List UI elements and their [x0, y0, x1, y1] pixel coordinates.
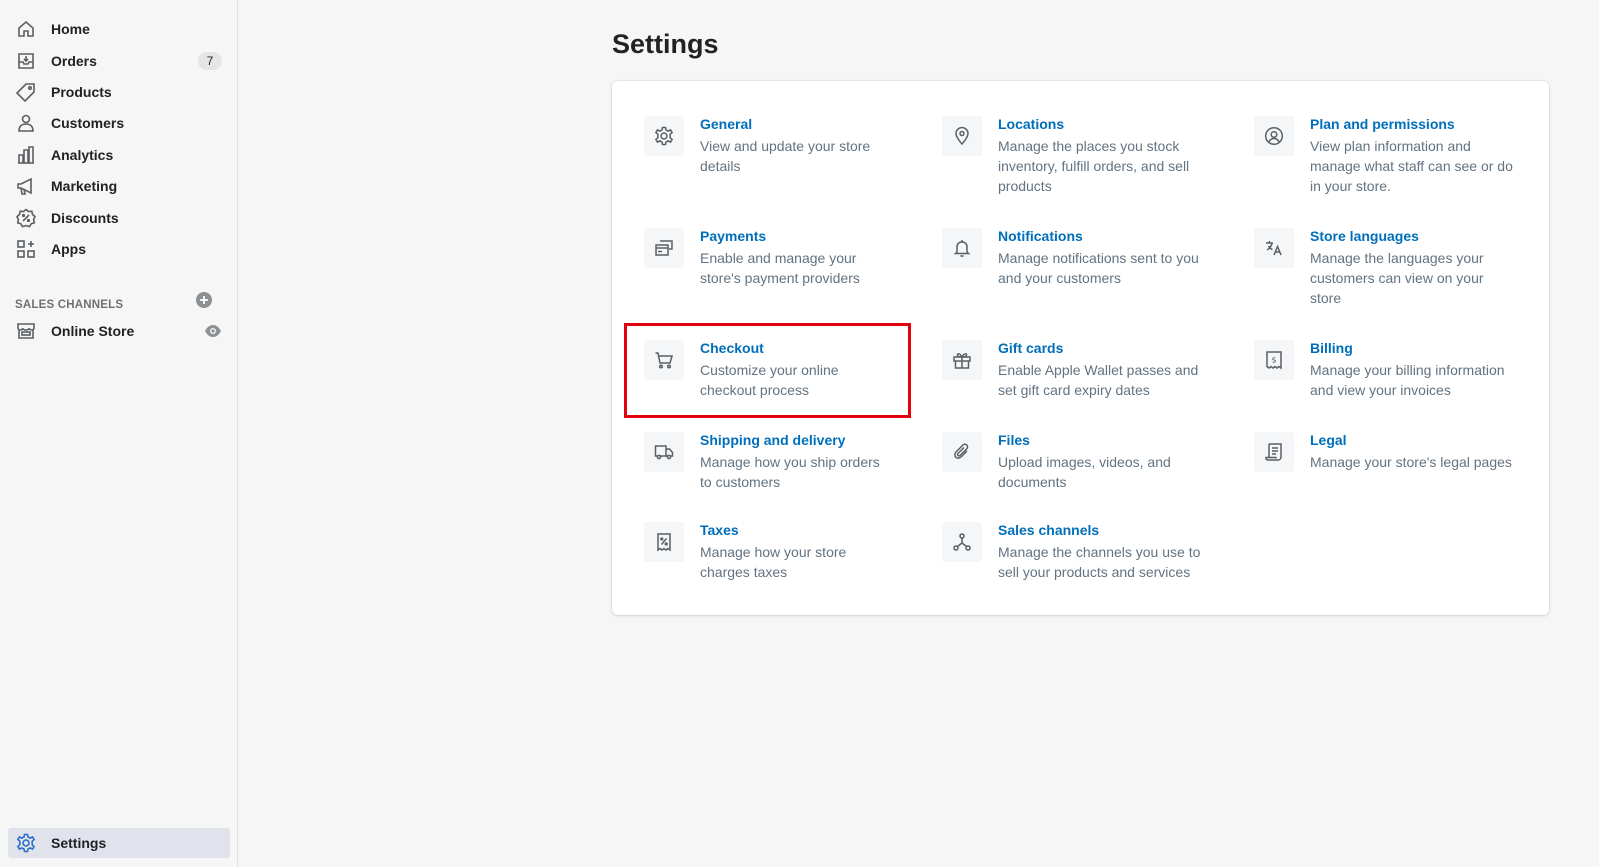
setting-description: Manage the channels you use to sell your… [998, 544, 1201, 580]
megaphone-icon [15, 175, 37, 197]
translate-icon [1254, 228, 1294, 268]
page-title: Settings [612, 29, 719, 59]
plus-circle-icon [196, 292, 212, 308]
setting-gift-cards[interactable]: Gift cards Enable Apple Wallet passes an… [942, 340, 1222, 410]
store-icon [15, 320, 37, 342]
setting-general[interactable]: General View and update your store detai… [644, 116, 904, 196]
sidebar-item-customers[interactable]: Customers [8, 108, 230, 138]
gift-icon [942, 340, 982, 380]
setting-title: Billing [1310, 340, 1353, 356]
sidebar-item-label: Orders [51, 53, 97, 69]
setting-description: Customize your online checkout process [700, 362, 839, 398]
apps-icon [15, 238, 37, 260]
setting-description: Enable and manage your store's payment p… [700, 250, 860, 286]
setting-title: Notifications [998, 228, 1083, 244]
setting-locations[interactable]: Locations Manage the places you stock in… [942, 116, 1222, 196]
setting-title: Payments [700, 228, 767, 244]
sidebar-item-analytics[interactable]: Analytics [8, 140, 230, 170]
legal-document-icon [1254, 432, 1294, 472]
setting-description: Manage your store's legal pages [1310, 454, 1512, 470]
sales-channels-heading: SALES CHANNELS [15, 299, 124, 311]
settings-card: General View and update your store detai… [612, 81, 1549, 615]
setting-description: Manage how your store charges taxes [700, 544, 847, 580]
sidebar-item-label: Discounts [51, 210, 119, 226]
sidebar-item-label: Analytics [51, 147, 114, 163]
setting-description: Manage notifications sent to you and you… [998, 250, 1199, 286]
tag-icon [15, 81, 37, 103]
home-icon [15, 18, 37, 40]
setting-title: Files [998, 432, 1030, 448]
bar-chart-icon [15, 144, 37, 166]
location-pin-icon [942, 116, 982, 156]
sidebar-item-orders[interactable]: Orders 7 [8, 46, 230, 76]
setting-title: Store languages [1310, 228, 1419, 244]
sidebar-item-label: Online Store [51, 323, 135, 339]
setting-description: View plan information and manage what st… [1310, 138, 1513, 194]
sidebar-item-discounts[interactable]: Discounts [8, 203, 230, 233]
sidebar-item-label: Customers [51, 115, 125, 131]
setting-description: Manage how you ship orders to customers [700, 454, 880, 490]
setting-notifications[interactable]: Notifications Manage notifications sent … [942, 228, 1222, 308]
setting-checkout[interactable]: Checkout Customize your online checkout … [644, 340, 904, 410]
orders-count-badge: 7 [198, 52, 222, 70]
setting-description: Manage the languages your customers can … [1310, 250, 1484, 306]
setting-title: General [700, 116, 753, 132]
sidebar-item-label: Products [51, 84, 112, 100]
gear-icon [15, 832, 37, 854]
setting-billing[interactable]: $ Billing Manage your billing informatio… [1254, 340, 1524, 410]
sidebar-item-label: Home [51, 21, 90, 37]
sidebar: Home Orders 7 Products Customers Analyti… [0, 0, 238, 867]
setting-description: View and update your store details [700, 138, 871, 174]
sidebar-item-home[interactable]: Home [8, 14, 230, 44]
setting-title: Locations [998, 116, 1065, 132]
setting-description: Manage your billing information and view… [1310, 362, 1505, 398]
setting-title: Legal [1310, 432, 1347, 448]
svg-text:$: $ [1271, 356, 1276, 365]
setting-title: Plan and permissions [1310, 116, 1455, 132]
sidebar-item-apps[interactable]: Apps [8, 234, 230, 264]
setting-description: Upload images, videos, and documents [998, 454, 1171, 490]
setting-sales-channels[interactable]: Sales channels Manage the channels you u… [942, 522, 1222, 582]
setting-plan-and-permissions[interactable]: Plan and permissions View plan informati… [1254, 116, 1524, 196]
sidebar-item-label: Settings [51, 835, 107, 851]
setting-title: Taxes [700, 522, 739, 538]
discount-icon [15, 207, 37, 229]
setting-title: Gift cards [998, 340, 1064, 356]
setting-title: Shipping and delivery [700, 432, 846, 448]
paperclip-icon [942, 432, 982, 472]
sidebar-item-settings[interactable]: Settings [8, 828, 230, 858]
profile-circle-icon [1254, 116, 1294, 156]
tax-icon [644, 522, 684, 562]
eye-icon[interactable] [204, 323, 222, 339]
payments-icon [644, 228, 684, 268]
channels-icon [942, 522, 982, 562]
setting-description: Manage the places you stock inventory, f… [998, 138, 1190, 194]
setting-shipping-and-delivery[interactable]: Shipping and delivery Manage how you shi… [644, 432, 904, 492]
gear-icon [644, 116, 684, 156]
sidebar-item-label: Apps [51, 241, 86, 257]
setting-legal[interactable]: Legal Manage your store's legal pages [1254, 432, 1524, 492]
billing-icon: $ [1254, 340, 1294, 380]
setting-store-languages[interactable]: Store languages Manage the languages you… [1254, 228, 1524, 308]
setting-taxes[interactable]: Taxes Manage how your store charges taxe… [644, 522, 904, 582]
person-icon [15, 112, 37, 134]
bell-icon [942, 228, 982, 268]
truck-icon [644, 432, 684, 472]
add-sales-channel-button[interactable] [196, 292, 212, 308]
setting-title: Checkout [700, 340, 764, 356]
setting-title: Sales channels [998, 522, 1100, 538]
setting-payments[interactable]: Payments Enable and manage your store's … [644, 228, 904, 308]
sidebar-item-products[interactable]: Products [8, 77, 230, 107]
setting-files[interactable]: Files Upload images, videos, and documen… [942, 432, 1222, 492]
cart-icon [644, 340, 684, 380]
sidebar-item-marketing[interactable]: Marketing [8, 171, 230, 201]
setting-description: Enable Apple Wallet passes and set gift … [998, 362, 1199, 398]
sidebar-item-online-store[interactable]: Online Store [8, 316, 230, 346]
sidebar-item-label: Marketing [51, 178, 118, 194]
orders-icon [15, 50, 37, 72]
